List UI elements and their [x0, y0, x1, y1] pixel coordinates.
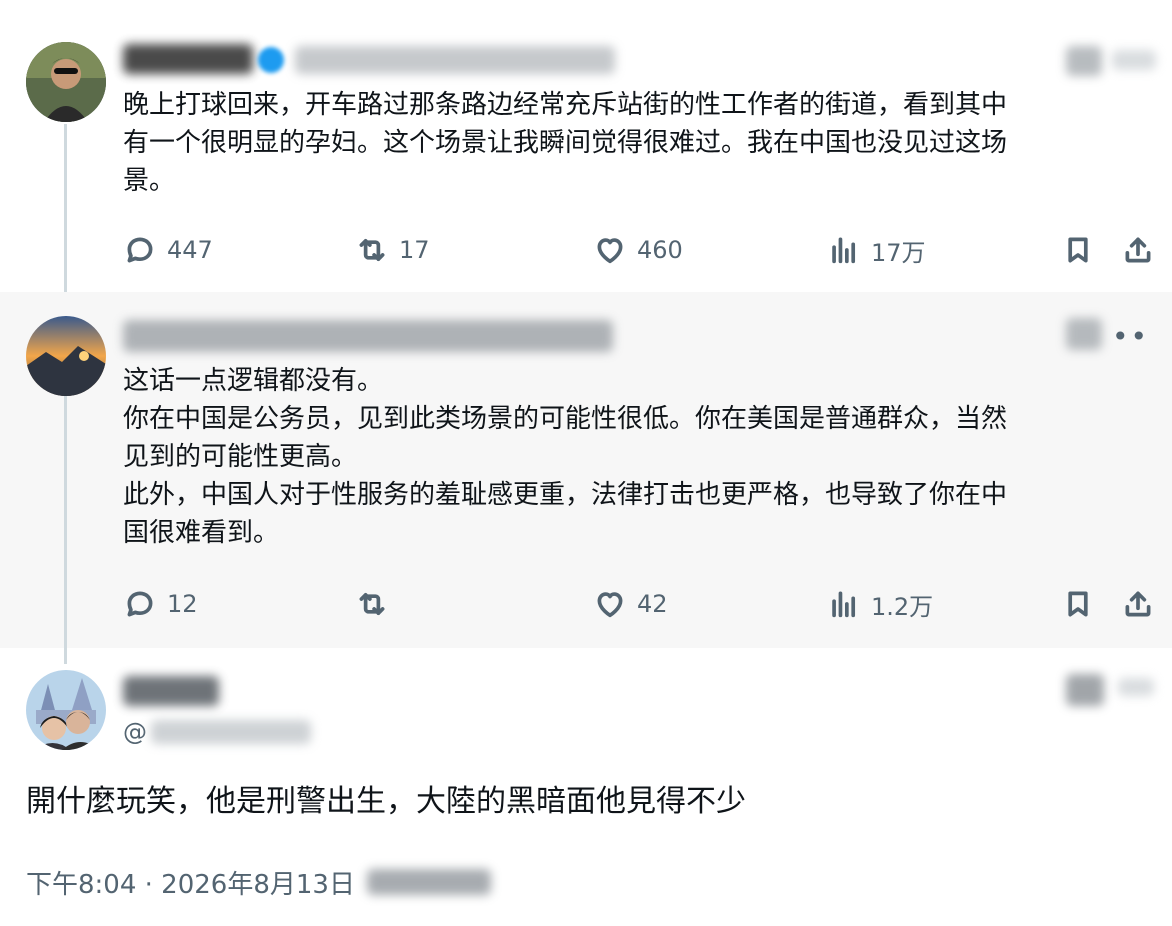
like-count: 42	[637, 590, 668, 618]
grok-icon[interactable]	[1066, 318, 1102, 350]
main-post-text: 開什麼玩笑，他是刑警出生，大陸的黑暗面他見得不少	[26, 784, 746, 819]
reply-icon	[127, 237, 153, 263]
meta-blurred	[366, 869, 491, 895]
like-icon	[597, 592, 623, 618]
views-button[interactable]: 17万	[827, 228, 926, 272]
bookmark-button[interactable]	[1061, 582, 1095, 626]
handle-blurred	[151, 720, 311, 744]
like-button[interactable]: 460	[593, 228, 683, 272]
share-button[interactable]	[1121, 228, 1155, 272]
repost-icon	[359, 592, 385, 616]
bookmark-button[interactable]	[1061, 228, 1095, 272]
repost-button[interactable]	[355, 582, 399, 626]
like-button[interactable]: 42	[593, 582, 668, 626]
post-timestamp[interactable]: 下午8:04 · 2026年8月13日	[26, 864, 355, 901]
like-count: 460	[637, 236, 683, 264]
post-actions: 447 17 460 17万	[123, 228, 1172, 272]
views-count: 17万	[871, 238, 926, 267]
reply-icon	[127, 591, 153, 617]
verified-badge-icon	[258, 47, 284, 73]
like-icon	[597, 238, 623, 264]
post-actions: 12 42 1.2万	[123, 582, 1172, 626]
views-button[interactable]: 1.2万	[827, 582, 933, 626]
more-icon[interactable]	[1118, 678, 1154, 696]
reply-count: 12	[167, 590, 198, 618]
share-button[interactable]	[1121, 582, 1155, 626]
repost-button[interactable]: 17	[355, 228, 430, 272]
avatar[interactable]	[26, 42, 106, 122]
grok-icon[interactable]	[1066, 674, 1104, 706]
author-name-blurred[interactable]	[123, 676, 219, 706]
repost-icon	[359, 238, 385, 262]
share-icon	[1125, 591, 1151, 617]
author-handle[interactable]: @	[123, 716, 311, 748]
repost-count: 17	[399, 236, 430, 264]
author-name-blurred[interactable]	[123, 320, 613, 352]
reply-count: 447	[167, 236, 213, 264]
views-icon	[832, 591, 856, 618]
reply-button[interactable]: 12	[123, 582, 198, 626]
share-icon	[1125, 237, 1151, 263]
views-count: 1.2万	[871, 592, 934, 621]
post-text: 这话一点逻辑都没有。 你在中国是公务员，见到此类场景的可能性很低。你在美国是普通…	[123, 366, 1008, 548]
bookmark-icon	[1068, 591, 1088, 617]
author-handle-blurred[interactable]	[295, 46, 615, 74]
grok-icon[interactable]	[1066, 46, 1102, 76]
thread-line	[64, 394, 67, 664]
bookmark-icon	[1068, 237, 1088, 263]
more-icon[interactable]	[1112, 50, 1156, 70]
avatar[interactable]	[26, 670, 106, 750]
more-icon[interactable]: ••	[1112, 320, 1149, 353]
views-icon	[832, 237, 856, 264]
reply-button[interactable]: 447	[123, 228, 213, 272]
post-text: 晚上打球回来，开车路过那条路边经常充斥站街的性工作者的街道，看到其中 有一个很明…	[123, 90, 1008, 196]
author-name-blurred[interactable]	[123, 44, 253, 74]
avatar[interactable]	[26, 316, 106, 396]
post-meta: 下午8:04 · 2026年8月13日	[26, 862, 491, 902]
handle-prefix: @	[123, 718, 147, 746]
